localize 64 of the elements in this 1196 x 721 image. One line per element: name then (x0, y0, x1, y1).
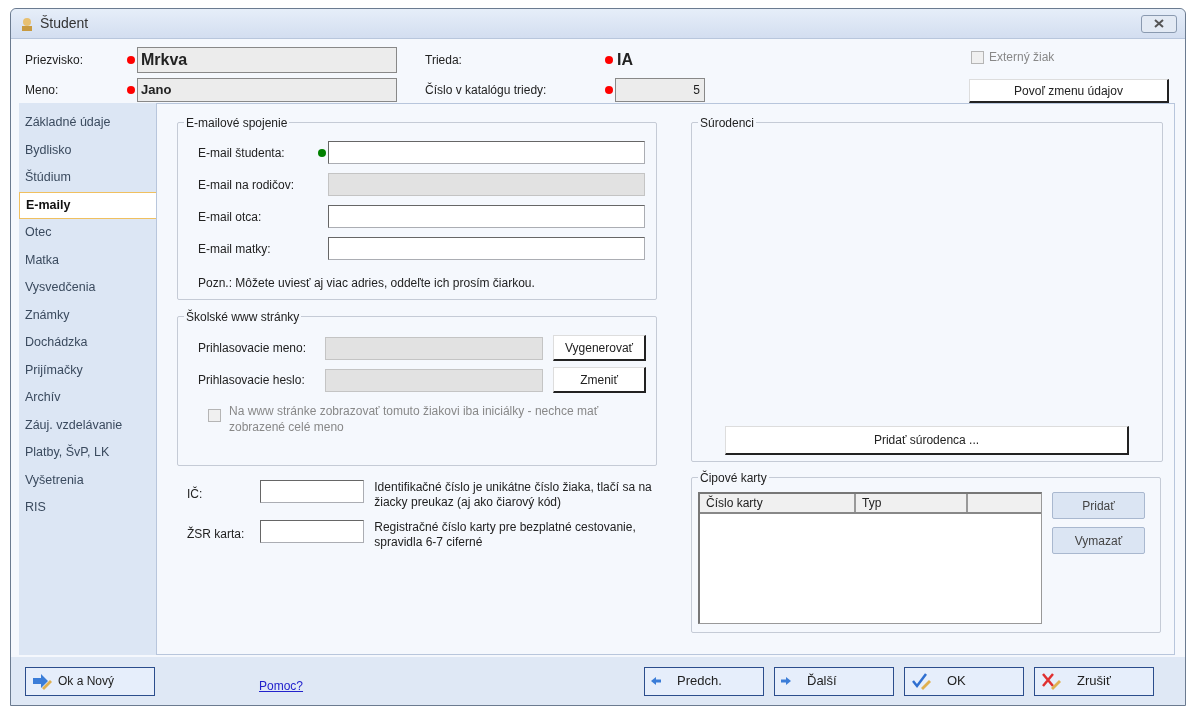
input-field[interactable] (328, 205, 645, 228)
add-sibling-button[interactable]: Pridať súrodenca ... (725, 426, 1129, 455)
group-title: Školské www stránky (184, 308, 302, 326)
left-arrow-icon (651, 676, 661, 686)
input-field[interactable] (259, 520, 365, 543)
sidebar-item[interactable]: Matka (19, 246, 156, 274)
right-arrow-icon (781, 676, 791, 686)
student-icon (19, 15, 35, 32)
hint-text: Identifikačné číslo je unikátne číslo žiaka, tlačí sa na žiacky preukaz (aj ako čiarový kód) (374, 480, 653, 510)
input-field[interactable] (328, 237, 645, 260)
footer-button[interactable]: Zrušiť (1034, 666, 1154, 696)
card-action-button[interactable]: Vymazať (1052, 527, 1145, 554)
footer-button[interactable]: Ďalší (774, 666, 894, 696)
input-field[interactable] (259, 480, 365, 503)
sidebar-item[interactable]: Štúdium (19, 164, 156, 192)
unlock-button[interactable]: Povoľ zmenu údajov (969, 79, 1169, 103)
field-label: Prihlasovacie heslo: (198, 372, 306, 389)
group-title: Čipové karty (698, 469, 769, 487)
field-label: E-mail matky: (198, 240, 272, 258)
sidebar-item[interactable]: Archív (19, 384, 156, 412)
hint-text: Registračné číslo karty pre bezplatné cestovanie, spravidla 6-7 ciferné (374, 520, 637, 550)
card-action-button[interactable]: Pridať (1052, 492, 1145, 519)
field-label: Meno: (25, 82, 60, 99)
surname-field[interactable]: Mrkva (137, 46, 397, 73)
sidebar-item[interactable]: Dochádzka (19, 329, 156, 357)
field-label: ŽSR karta: (187, 525, 246, 543)
field-label: Trieda: (425, 51, 463, 69)
column-header[interactable]: Typ (856, 494, 968, 512)
column-header[interactable]: Číslo karty (700, 494, 856, 512)
name-field[interactable]: Jano (137, 78, 397, 102)
check-pencil-icon (911, 672, 931, 690)
sidebar-item[interactable]: Prijímačky (19, 356, 156, 384)
cross-pencil-icon (1041, 672, 1061, 690)
sidebar-item[interactable]: Vyšetrenia (19, 466, 156, 494)
sidebar-item[interactable]: Vysvedčenia (19, 274, 156, 302)
checkbox-label: Na www stránke zobrazovať tomuto žiakovi iba iniciálky - nechce mať zobrazené celé meno (229, 403, 600, 435)
field-label: IČ: (187, 485, 204, 503)
field-label: E-mail študenta: (198, 144, 286, 162)
field-label: E-mail na rodičov: (198, 176, 296, 194)
input-field[interactable] (328, 141, 645, 164)
field-label: Priezvisko: (25, 51, 84, 69)
ok-and-new-button[interactable]: Ok a Nový (25, 666, 155, 696)
footer-button[interactable]: OK (904, 666, 1024, 696)
class-value: IA (617, 49, 633, 70)
window-title: Študent (40, 14, 89, 33)
help-link[interactable]: Pomoc? (259, 677, 304, 695)
checkbox-label: Externý žiak (989, 49, 1055, 66)
field-label: Číslo v katalógu triedy: (425, 81, 548, 99)
close-icon (1154, 19, 1164, 28)
sidebar-item[interactable]: Platby, ŠvP, LK (19, 439, 156, 467)
catalog-number-field[interactable]: 5 (615, 78, 705, 102)
close-button[interactable] (1141, 14, 1177, 33)
field-label: Prihlasovacie meno: (198, 340, 308, 357)
sidebar-item[interactable]: Bydlisko (19, 136, 156, 164)
arrow-pencil-icon (32, 672, 52, 690)
footer-button[interactable]: Predch. (644, 666, 764, 696)
sidebar-item[interactable]: Známky (19, 301, 156, 329)
sidebar-item[interactable]: Základné údaje (19, 109, 156, 137)
sidebar-item[interactable]: E-maily (19, 191, 156, 219)
field-label: E-mail otca: (198, 208, 263, 226)
note-text: Pozn.: Môžete uviesť aj viac adries, oddeľte ich prosím čiarkou. (198, 275, 536, 292)
sidebar-item[interactable]: Záuj. vzdelávanie (19, 411, 156, 439)
sidebar-item[interactable]: RIS (19, 494, 156, 522)
sidebar-item[interactable]: Otec (19, 219, 156, 247)
